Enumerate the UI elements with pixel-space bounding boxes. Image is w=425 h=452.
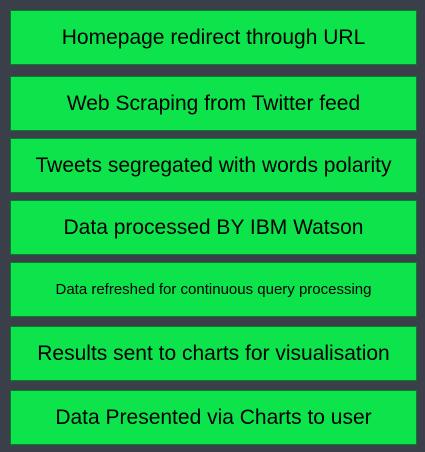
step-data-presented: Data Presented via Charts to user — [10, 390, 417, 445]
step-web-scraping: Web Scraping from Twitter feed — [10, 76, 417, 131]
step-tweets-segregated: Tweets segregated with words polarity — [10, 138, 417, 193]
step-data-refreshed: Data refreshed for continuous query proc… — [10, 262, 417, 317]
step-homepage-redirect: Homepage redirect through URL — [10, 10, 417, 65]
step-data-processed: Data processed BY IBM Watson — [10, 200, 417, 255]
step-results-sent: Results sent to charts for visualisation — [10, 326, 417, 381]
process-flow-diagram: Homepage redirect through URL Web Scrapi… — [0, 0, 425, 452]
